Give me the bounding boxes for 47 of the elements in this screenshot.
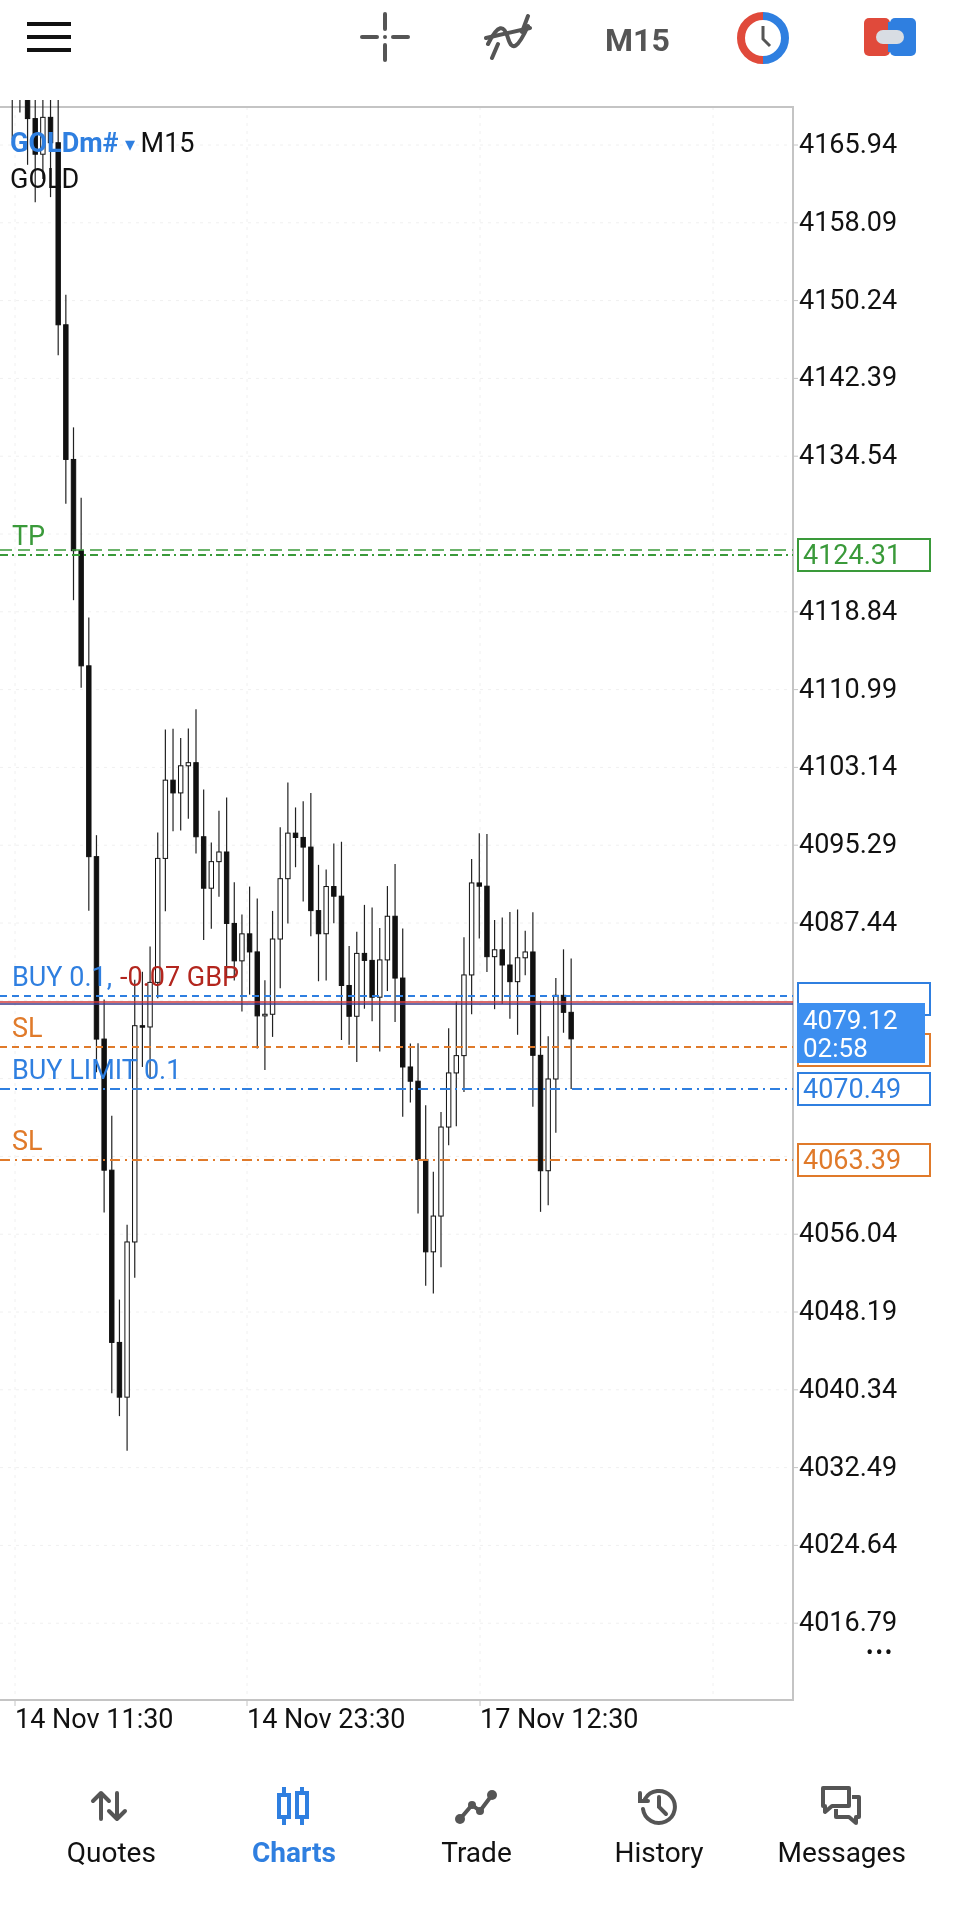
- dropdown-icon[interactable]: ▾: [124, 133, 135, 154]
- time-label: 14 Nov 11:30: [15, 1706, 174, 1733]
- price-label: 4150.24: [799, 286, 898, 314]
- price-text: 4079.12: [803, 1006, 898, 1034]
- clock-icon[interactable]: [737, 12, 789, 64]
- price-label: 4158.09: [799, 208, 898, 236]
- order-label: SL: [12, 1015, 43, 1042]
- price-label: 4142.39: [799, 364, 898, 392]
- timeframe-label: M15: [140, 130, 195, 157]
- price-label: 4118.84: [799, 597, 898, 625]
- nav-tab[interactable]: Trade: [385, 1785, 568, 1920]
- order-label: SL: [12, 1128, 43, 1155]
- nav-tab[interactable]: Charts: [202, 1785, 386, 1920]
- position-line[interactable]: [0, 995, 794, 997]
- nav-tab[interactable]: Quotes: [20, 1785, 203, 1920]
- price-label: 4103.14: [799, 753, 898, 781]
- nav-tab[interactable]: History: [567, 1785, 751, 1920]
- order-label: TP: [12, 523, 46, 550]
- price-label: 4024.64: [799, 1531, 898, 1559]
- price-tag: 4124.31: [797, 538, 931, 572]
- chat-icon: [819, 1785, 864, 1827]
- price-label: 4016.79: [799, 1609, 898, 1637]
- time-label: 14 Nov 23:30: [247, 1706, 406, 1733]
- price-label: 4110.99: [799, 675, 898, 703]
- price-label: 4165.94: [799, 131, 898, 158]
- indicator-icon[interactable]: [484, 14, 534, 60]
- price-tag: 4063.39: [797, 1143, 931, 1177]
- pending-order-line[interactable]: [0, 1088, 794, 1090]
- timeframe-button[interactable]: M15: [605, 16, 670, 64]
- price-label: 4048.19: [799, 1298, 898, 1325]
- toggle-icon[interactable]: [864, 18, 916, 56]
- price-label: 4095.29: [799, 831, 898, 859]
- time-label: 17 Nov 12:30: [480, 1706, 639, 1733]
- take-profit-line[interactable]: [0, 549, 794, 556]
- nav-tab[interactable]: Messages: [750, 1785, 933, 1920]
- more-button[interactable]: •••: [866, 1642, 895, 1664]
- stop-loss-line[interactable]: [0, 1046, 794, 1048]
- price-label: 4056.04: [799, 1220, 898, 1248]
- crosshair-icon[interactable]: [360, 12, 410, 62]
- price-label: 4134.54: [799, 442, 898, 470]
- price-label: 4087.44: [799, 909, 898, 936]
- price-tag: 4070.49: [797, 1072, 931, 1106]
- stop-loss-line[interactable]: [0, 1159, 794, 1161]
- countdown-text: 02:58: [803, 1034, 868, 1062]
- price-label: 4032.49: [799, 1453, 898, 1481]
- menu-icon[interactable]: [27, 22, 71, 52]
- price-label: 4040.34: [799, 1375, 898, 1403]
